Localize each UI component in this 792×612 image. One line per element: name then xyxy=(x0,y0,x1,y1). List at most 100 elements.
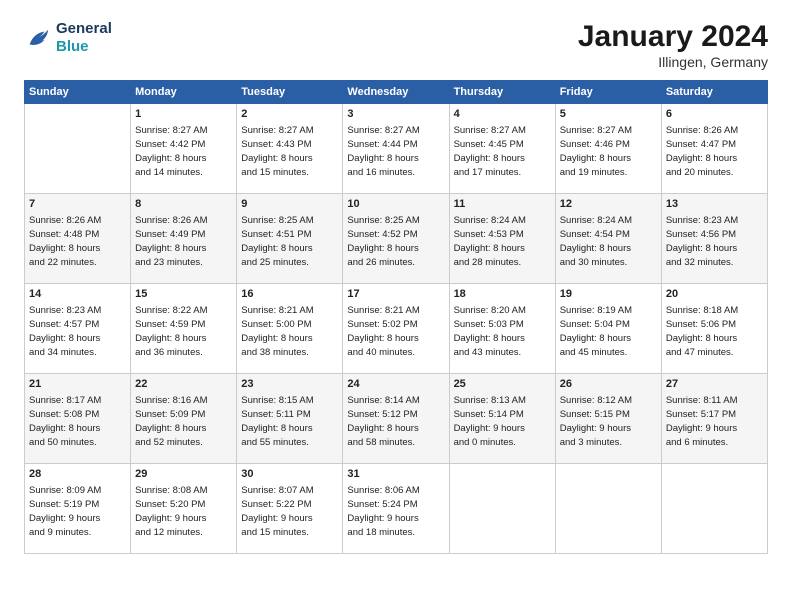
calendar-title: January 2024 xyxy=(578,20,768,54)
calendar-cell: 5 Sunrise: 8:27 AMSunset: 4:46 PMDaylight… xyxy=(555,104,661,194)
day-info: Sunrise: 8:27 AMSunset: 4:46 PMDaylight:… xyxy=(560,124,657,179)
calendar-cell: 13 Sunrise: 8:23 AMSunset: 4:56 PMDayligh… xyxy=(661,194,767,284)
page: General Blue January 2024 Illingen, Germ… xyxy=(0,0,792,564)
week-row-4: 21 Sunrise: 8:17 AMSunset: 5:08 PMDayligh… xyxy=(25,374,768,464)
day-number: 26 xyxy=(560,377,657,392)
day-info: Sunrise: 8:26 AMSunset: 4:47 PMDaylight:… xyxy=(666,124,763,179)
calendar-cell: 30 Sunrise: 8:07 AMSunset: 5:22 PMDayligh… xyxy=(237,464,343,554)
weekday-header-thursday: Thursday xyxy=(449,81,555,104)
calendar-cell: 9Sunrise: 8:25 AMSunset: 4:51 PMDaylight… xyxy=(237,194,343,284)
day-number: 25 xyxy=(454,377,551,392)
logo: General Blue xyxy=(24,20,112,56)
day-info: Sunrise: 8:27 AMSunset: 4:42 PMDaylight:… xyxy=(135,124,232,179)
calendar-cell xyxy=(449,464,555,554)
calendar-cell: 26 Sunrise: 8:12 AMSunset: 5:15 PMDayligh… xyxy=(555,374,661,464)
day-number: 16 xyxy=(241,287,338,302)
weekday-header-wednesday: Wednesday xyxy=(343,81,449,104)
calendar-cell xyxy=(661,464,767,554)
day-number: 18 xyxy=(454,287,551,302)
day-info: Sunrise: 8:27 AMSunset: 4:44 PMDaylight:… xyxy=(347,124,444,179)
day-number: 9 xyxy=(241,197,338,212)
calendar-cell: 11 Sunrise: 8:24 AMSunset: 4:53 PMDayligh… xyxy=(449,194,555,284)
day-number: 3 xyxy=(347,107,444,122)
day-number: 13 xyxy=(666,197,763,212)
calendar-cell: 21 Sunrise: 8:17 AMSunset: 5:08 PMDayligh… xyxy=(25,374,131,464)
day-number: 14 xyxy=(29,287,126,302)
day-number: 1 xyxy=(135,107,232,122)
day-number: 5 xyxy=(560,107,657,122)
day-number: 31 xyxy=(347,467,444,482)
day-number: 24 xyxy=(347,377,444,392)
day-number: 21 xyxy=(29,377,126,392)
day-info: Sunrise: 8:13 AMSunset: 5:14 PMDaylight:… xyxy=(454,394,551,449)
day-info: Sunrise: 8:25 AMSunset: 4:52 PMDaylight:… xyxy=(347,214,444,269)
calendar-cell: 3 Sunrise: 8:27 AMSunset: 4:44 PMDaylight… xyxy=(343,104,449,194)
day-number: 17 xyxy=(347,287,444,302)
calendar-cell: 20Sunrise: 8:18 AMSunset: 5:06 PMDayligh… xyxy=(661,284,767,374)
calendar-cell: 6 Sunrise: 8:26 AMSunset: 4:47 PMDaylight… xyxy=(661,104,767,194)
calendar-cell: 2Sunrise: 8:27 AMSunset: 4:43 PMDaylight… xyxy=(237,104,343,194)
calendar-cell: 18 Sunrise: 8:20 AMSunset: 5:03 PMDayligh… xyxy=(449,284,555,374)
day-number: 7 xyxy=(29,197,126,212)
day-number: 27 xyxy=(666,377,763,392)
calendar-cell: 7 Sunrise: 8:26 AMSunset: 4:48 PMDaylight… xyxy=(25,194,131,284)
day-info: Sunrise: 8:07 AMSunset: 5:22 PMDaylight:… xyxy=(241,484,338,539)
week-row-5: 28Sunrise: 8:09 AMSunset: 5:19 PMDayligh… xyxy=(25,464,768,554)
calendar-subtitle: Illingen, Germany xyxy=(578,54,768,70)
day-info: Sunrise: 8:19 AMSunset: 5:04 PMDaylight:… xyxy=(560,304,657,359)
day-info: Sunrise: 8:20 AMSunset: 5:03 PMDaylight:… xyxy=(454,304,551,359)
day-number: 4 xyxy=(454,107,551,122)
weekday-header-tuesday: Tuesday xyxy=(237,81,343,104)
day-info: Sunrise: 8:23 AMSunset: 4:56 PMDaylight:… xyxy=(666,214,763,269)
calendar-cell: 16Sunrise: 8:21 AMSunset: 5:00 PMDayligh… xyxy=(237,284,343,374)
day-number: 2 xyxy=(241,107,338,122)
calendar-cell: 12Sunrise: 8:24 AMSunset: 4:54 PMDayligh… xyxy=(555,194,661,284)
day-info: Sunrise: 8:24 AMSunset: 4:54 PMDaylight:… xyxy=(560,214,657,269)
day-number: 30 xyxy=(241,467,338,482)
day-info: Sunrise: 8:11 AMSunset: 5:17 PMDaylight:… xyxy=(666,394,763,449)
calendar-cell: 27 Sunrise: 8:11 AMSunset: 5:17 PMDayligh… xyxy=(661,374,767,464)
day-info: Sunrise: 8:18 AMSunset: 5:06 PMDaylight:… xyxy=(666,304,763,359)
calendar-cell: 19 Sunrise: 8:19 AMSunset: 5:04 PMDayligh… xyxy=(555,284,661,374)
day-number: 19 xyxy=(560,287,657,302)
day-number: 11 xyxy=(454,197,551,212)
calendar-cell: 23 Sunrise: 8:15 AMSunset: 5:11 PMDayligh… xyxy=(237,374,343,464)
calendar-cell: 17Sunrise: 8:21 AMSunset: 5:02 PMDayligh… xyxy=(343,284,449,374)
calendar-cell: 15Sunrise: 8:22 AMSunset: 4:59 PMDayligh… xyxy=(131,284,237,374)
day-number: 10 xyxy=(347,197,444,212)
day-number: 22 xyxy=(135,377,232,392)
day-info: Sunrise: 8:17 AMSunset: 5:08 PMDaylight:… xyxy=(29,394,126,449)
calendar-cell: 24Sunrise: 8:14 AMSunset: 5:12 PMDayligh… xyxy=(343,374,449,464)
weekday-header-row: SundayMondayTuesdayWednesdayThursdayFrid… xyxy=(25,81,768,104)
day-info: Sunrise: 8:12 AMSunset: 5:15 PMDaylight:… xyxy=(560,394,657,449)
calendar-cell: 22 Sunrise: 8:16 AMSunset: 5:09 PMDayligh… xyxy=(131,374,237,464)
day-info: Sunrise: 8:15 AMSunset: 5:11 PMDaylight:… xyxy=(241,394,338,449)
weekday-header-saturday: Saturday xyxy=(661,81,767,104)
calendar-cell: 1 Sunrise: 8:27 AMSunset: 4:42 PMDaylight… xyxy=(131,104,237,194)
day-info: Sunrise: 8:27 AMSunset: 4:45 PMDaylight:… xyxy=(454,124,551,179)
calendar-table: SundayMondayTuesdayWednesdayThursdayFrid… xyxy=(24,80,768,554)
calendar-cell xyxy=(25,104,131,194)
day-info: Sunrise: 8:16 AMSunset: 5:09 PMDaylight:… xyxy=(135,394,232,449)
calendar-cell: 28Sunrise: 8:09 AMSunset: 5:19 PMDayligh… xyxy=(25,464,131,554)
calendar-cell xyxy=(555,464,661,554)
calendar-cell: 4 Sunrise: 8:27 AMSunset: 4:45 PMDaylight… xyxy=(449,104,555,194)
logo-icon xyxy=(24,24,52,52)
week-row-3: 14Sunrise: 8:23 AMSunset: 4:57 PMDayligh… xyxy=(25,284,768,374)
logo-text: General Blue xyxy=(56,20,112,56)
week-row-1: 1 Sunrise: 8:27 AMSunset: 4:42 PMDaylight… xyxy=(25,104,768,194)
day-info: Sunrise: 8:26 AMSunset: 4:49 PMDaylight:… xyxy=(135,214,232,269)
day-number: 28 xyxy=(29,467,126,482)
week-row-2: 7 Sunrise: 8:26 AMSunset: 4:48 PMDaylight… xyxy=(25,194,768,284)
day-number: 6 xyxy=(666,107,763,122)
day-number: 23 xyxy=(241,377,338,392)
day-info: Sunrise: 8:26 AMSunset: 4:48 PMDaylight:… xyxy=(29,214,126,269)
calendar-cell: 25 Sunrise: 8:13 AMSunset: 5:14 PMDayligh… xyxy=(449,374,555,464)
weekday-header-friday: Friday xyxy=(555,81,661,104)
day-info: Sunrise: 8:24 AMSunset: 4:53 PMDaylight:… xyxy=(454,214,551,269)
header: General Blue January 2024 Illingen, Germ… xyxy=(24,20,768,70)
calendar-cell: 8Sunrise: 8:26 AMSunset: 4:49 PMDaylight… xyxy=(131,194,237,284)
day-info: Sunrise: 8:08 AMSunset: 5:20 PMDaylight:… xyxy=(135,484,232,539)
calendar-cell: 14Sunrise: 8:23 AMSunset: 4:57 PMDayligh… xyxy=(25,284,131,374)
day-number: 29 xyxy=(135,467,232,482)
